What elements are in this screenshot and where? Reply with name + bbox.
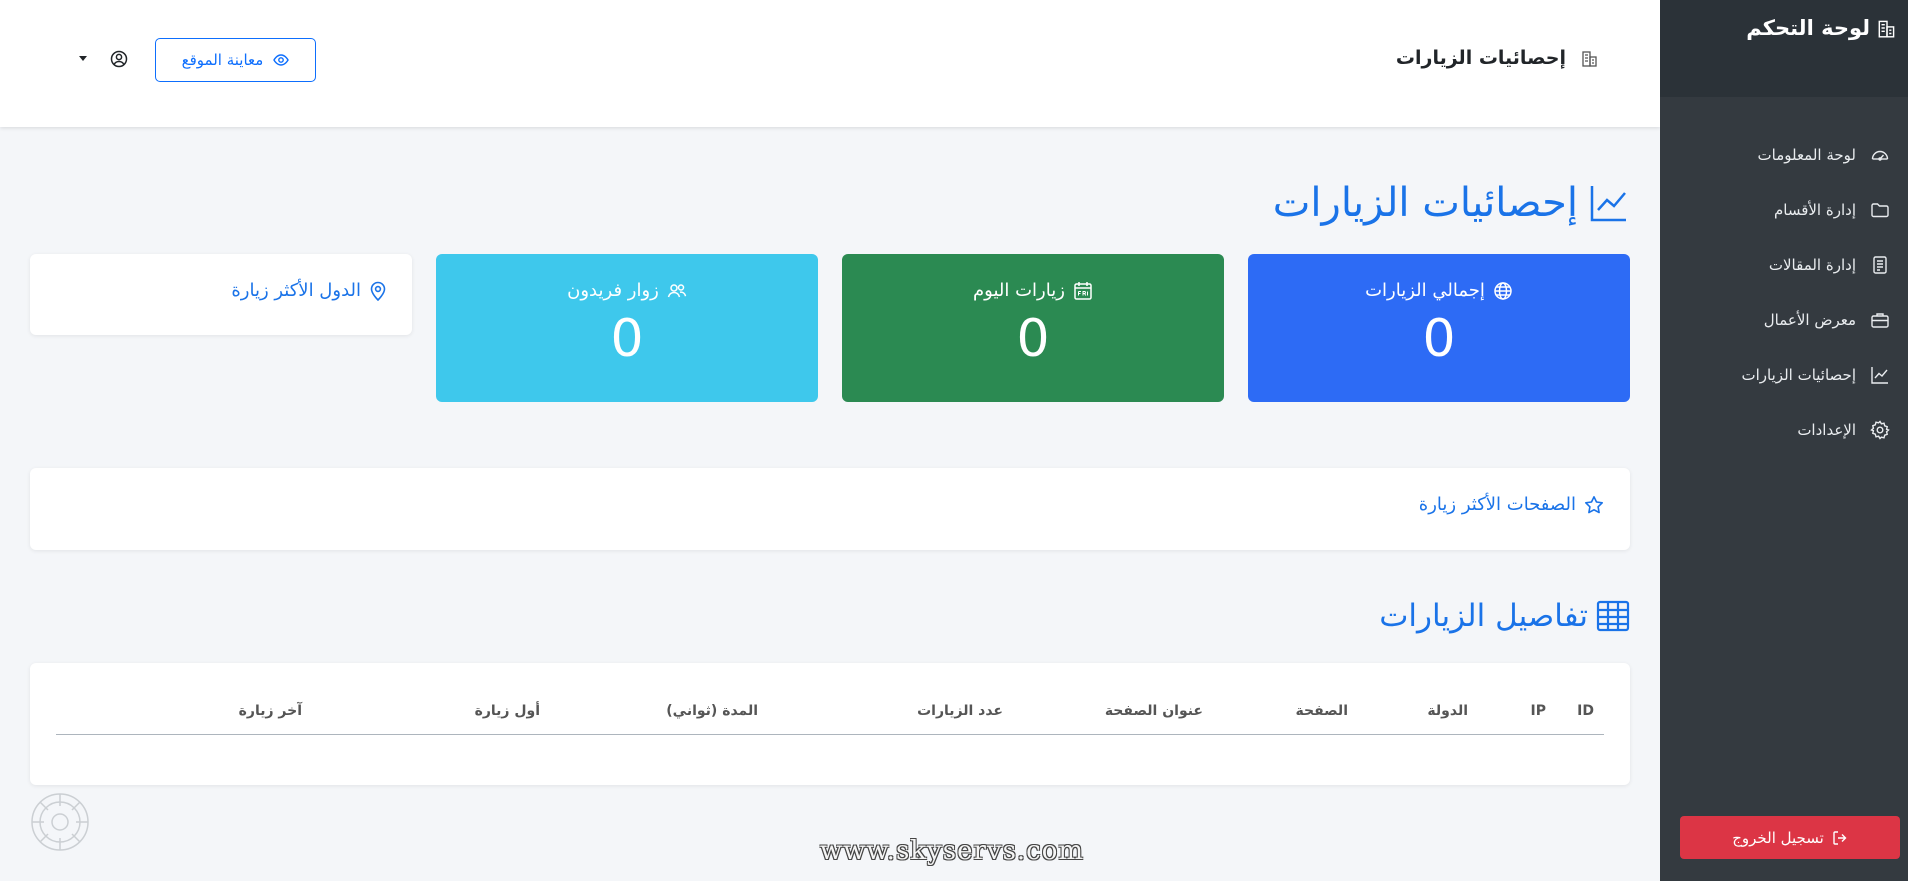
topbar-title-text: إحصائيات الزيارات <box>1395 47 1566 69</box>
sidebar-nav: لوحة المعلومات إدارة الأقسام إدارة المقا… <box>1660 97 1908 457</box>
unique-visitors-label-row: زوار فريدون <box>436 280 818 301</box>
logout-button[interactable]: تسجيل الخروج <box>1680 816 1900 859</box>
total-visits-label-row: إجمالي الزيارات <box>1248 280 1630 301</box>
folder-icon <box>1871 202 1889 217</box>
chart-line-icon <box>1590 186 1626 222</box>
today-visits-label-row: زيارات اليوم <box>842 280 1224 301</box>
today-visits-label: زيارات اليوم <box>973 280 1065 301</box>
sidebar-item-settings[interactable]: الإعدادات <box>1660 402 1908 457</box>
top-pages-panel: الصفحات الأكثر زيارة <box>30 468 1630 550</box>
visit-details-title-text: تفاصيل الزيارات <box>1379 598 1588 634</box>
unique-visitors-card: زوار فريدون 0 <box>436 254 818 402</box>
star-icon <box>1585 495 1603 513</box>
sidebar-item-articles[interactable]: إدارة المقالات <box>1660 237 1908 292</box>
table-header-page-title[interactable]: عنوان الصفحة <box>1013 703 1213 734</box>
sidebar-item-label: لوحة المعلومات <box>1757 145 1857 164</box>
map-pin-icon <box>370 281 386 301</box>
globe-icon <box>1494 281 1512 300</box>
total-visits-card: إجمالي الزيارات 0 <box>1248 254 1630 402</box>
topbar-title: إحصائيات الزيارات <box>1396 47 1600 69</box>
table-header-duration[interactable]: المدة (ثواني) <box>550 703 768 734</box>
building-icon <box>1878 20 1895 38</box>
unique-visitors-label: زوار فريدون <box>567 280 659 301</box>
sidebar-item-dashboard[interactable]: لوحة المعلومات <box>1660 127 1908 182</box>
table-header-last-visit[interactable]: آخر زيارة <box>130 703 312 734</box>
brand-title: لوحة التحكم <box>1746 16 1870 40</box>
table-header-id[interactable]: ID <box>1556 703 1604 734</box>
top-pages-label-row: الصفحات الأكثر زيارة <box>1419 494 1604 515</box>
watermark-text: www.skyservs.com <box>820 836 1085 866</box>
visit-details-table: ID IP الدولة الصفحة عنوان الصفحة عدد الز… <box>30 663 1630 785</box>
logout-icon <box>1833 830 1847 845</box>
today-visits-value: 0 <box>1016 309 1050 369</box>
sidebar-item-label: إحصائيات الزيارات <box>1741 365 1856 384</box>
sidebar: لوحة التحكم لوحة المعلومات إدارة الأقسام… <box>1660 0 1908 881</box>
page-title: إحصائيات الزيارات <box>1273 180 1630 226</box>
table-header-visit-count[interactable]: عدد الزيارات <box>768 703 1013 734</box>
sidebar-item-label: معرض الأعمال <box>1763 310 1856 329</box>
calendar-icon <box>1074 281 1092 300</box>
table-header-first-visit[interactable]: أول زيارة <box>312 703 550 734</box>
sidebar-header: لوحة التحكم <box>1660 0 1908 97</box>
today-visits-card: زيارات اليوم 0 <box>842 254 1224 402</box>
table-header-country[interactable]: الدولة <box>1358 703 1478 734</box>
top-countries-label-row: الدول الأكثر زيارة <box>231 280 387 301</box>
top-pages-label: الصفحات الأكثر زيارة <box>1418 494 1576 515</box>
briefcase-icon <box>1871 312 1889 328</box>
top-countries-card: الدول الأكثر زيارة <box>30 254 412 335</box>
eye-icon <box>273 54 290 66</box>
visit-details-title: تفاصيل الزيارات <box>1379 598 1630 634</box>
chart-line-icon <box>1871 366 1888 384</box>
sidebar-item-label: إدارة الأقسام <box>1773 200 1856 219</box>
building-icon <box>1582 51 1597 67</box>
logout-label: تسجيل الخروج <box>1732 828 1824 847</box>
dashboard-icon <box>1871 150 1889 161</box>
sidebar-item-label: إدارة المقالات <box>1768 255 1856 274</box>
watermark-seal-icon <box>31 793 89 851</box>
unique-visitors-value: 0 <box>610 309 644 369</box>
preview-site-button[interactable]: معاينة الموقع <box>155 38 316 82</box>
user-circle-icon[interactable] <box>110 50 128 68</box>
table-header-page[interactable]: الصفحة <box>1213 703 1358 734</box>
user-menu-caret-icon[interactable] <box>79 56 87 61</box>
sidebar-item-visit-stats[interactable]: إحصائيات الزيارات <box>1660 347 1908 402</box>
users-icon <box>667 283 687 297</box>
page-title-text: إحصائيات الزيارات <box>1272 180 1578 226</box>
sidebar-item-sections[interactable]: إدارة الأقسام <box>1660 182 1908 237</box>
topbar: إحصائيات الزيارات معاينة الموقع <box>0 0 1660 127</box>
total-visits-value: 0 <box>1422 309 1456 369</box>
total-visits-label: إجمالي الزيارات <box>1365 280 1485 301</box>
table-header-row: ID IP الدولة الصفحة عنوان الصفحة عدد الز… <box>56 703 1604 735</box>
document-icon <box>1873 255 1887 274</box>
sidebar-item-portfolio[interactable]: معرض الأعمال <box>1660 292 1908 347</box>
table-icon <box>1596 600 1630 632</box>
table-header-ip[interactable]: IP <box>1478 703 1556 734</box>
brand[interactable]: لوحة التحكم <box>1660 16 1898 40</box>
preview-site-label: معاينة الموقع <box>181 51 264 69</box>
gear-icon <box>1870 419 1890 440</box>
top-countries-label: الدول الأكثر زيارة <box>231 280 361 301</box>
sidebar-item-label: الإعدادات <box>1797 420 1856 439</box>
